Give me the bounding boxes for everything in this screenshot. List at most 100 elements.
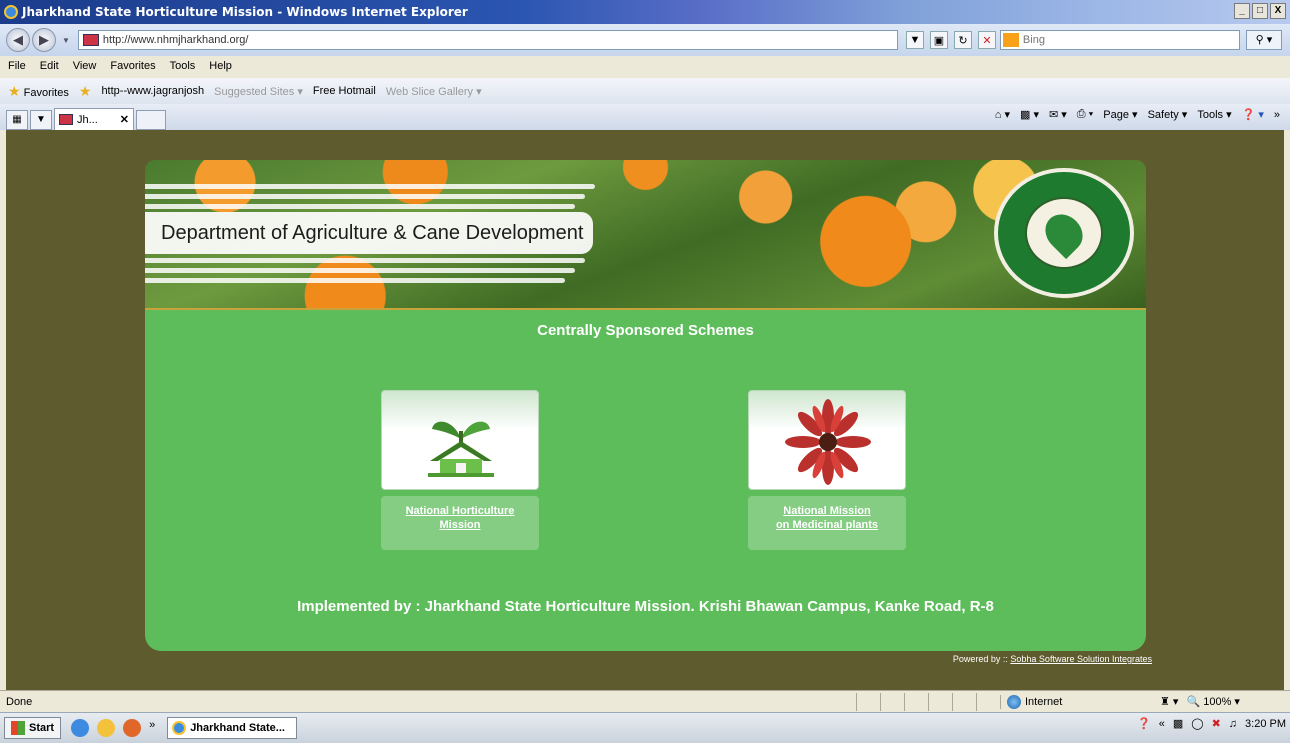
powered-by-link[interactable]: Sobha Software Solution Integrates xyxy=(1010,654,1152,664)
taskbar: Start » Jharkhand State... ❓ « ▩ ◯ ✖ ♫ 3… xyxy=(0,712,1290,743)
search-input[interactable] xyxy=(1022,34,1223,46)
schemes-heading: Centrally Sponsored Schemes xyxy=(537,322,754,339)
maximize-button[interactable]: □ xyxy=(1252,3,1268,19)
security-tray-icon[interactable]: ✖ xyxy=(1212,717,1221,730)
menu-file[interactable]: File xyxy=(8,60,26,72)
address-tools: ▼ ▣ ↻ ✕ xyxy=(905,31,996,49)
card-medicinal-plants[interactable]: National Mission on Medicinal plants xyxy=(748,390,906,550)
page-viewport: Department of Agriculture & Cane Develop… xyxy=(6,130,1284,690)
powered-by: Powered by :: Sobha Software Solution In… xyxy=(952,654,1152,664)
house-icon xyxy=(428,421,494,477)
menu-favorites[interactable]: Favorites xyxy=(110,60,155,72)
more-quicklaunch-icon[interactable]: » xyxy=(149,719,155,737)
back-button[interactable]: ◀ xyxy=(6,28,30,52)
tab-list-icon[interactable]: ▼ xyxy=(30,110,52,130)
ie-logo-icon xyxy=(4,5,18,19)
content-panel: Centrally Sponsored Schemes National Hor… xyxy=(145,308,1146,651)
card-image-box[interactable] xyxy=(381,390,539,490)
security-zone[interactable]: Internet xyxy=(1000,694,1150,709)
card-label-box: National Mission on Medicinal plants xyxy=(748,496,906,550)
tab-active[interactable]: Jh... ✕ xyxy=(54,108,134,130)
fav-link-web-slice-gallery[interactable]: Web Slice Gallery ▾ xyxy=(386,85,482,98)
card-label-box: National Horticulture Mission xyxy=(381,496,539,550)
protected-mode-icon[interactable]: ♜ ▾ xyxy=(1160,695,1178,708)
quick-tabs-icon[interactable]: ▦ xyxy=(6,110,28,130)
forward-button[interactable]: ▶ xyxy=(32,28,56,52)
compatibility-icon[interactable]: ▣ xyxy=(929,31,948,49)
taskbar-item-ie[interactable]: Jharkhand State... xyxy=(167,717,298,739)
page-menu[interactable]: Page ▾ xyxy=(1103,108,1137,121)
window-title: Jharkhand State Horticulture Mission - W… xyxy=(22,5,468,19)
favorites-button[interactable]: ★ Favorites xyxy=(8,83,69,100)
firefox-quicklaunch-icon[interactable] xyxy=(123,719,142,737)
fav-link-free-hotmail[interactable]: Free Hotmail xyxy=(313,85,376,97)
leaf-icon xyxy=(1037,206,1091,260)
title-bar: Jharkhand State Horticulture Mission - W… xyxy=(0,0,1290,24)
menu-bar: File Edit View Favorites Tools Help xyxy=(0,56,1290,76)
home-icon[interactable]: ⌂ ▾ xyxy=(995,108,1010,121)
windows-logo-icon xyxy=(11,721,25,735)
window-controls: _ □ X xyxy=(1234,3,1286,19)
department-label-box: Department of Agriculture & Cane Develop… xyxy=(145,212,593,254)
print-icon[interactable]: ⎙ ▾ xyxy=(1077,108,1093,121)
start-button[interactable]: Start xyxy=(4,717,62,739)
star-icon: ★ xyxy=(8,82,21,99)
flower-icon xyxy=(785,399,871,485)
tab-label: Jh... xyxy=(77,113,98,126)
tray-expand-icon[interactable]: « xyxy=(1159,718,1165,730)
refresh-icon[interactable]: ↻ xyxy=(953,31,972,49)
history-dropdown-icon[interactable]: ▼ xyxy=(62,36,70,45)
dropdown-icon[interactable]: ▼ xyxy=(905,31,924,49)
network-tray-icon[interactable]: ▩ xyxy=(1173,717,1183,730)
url-input[interactable] xyxy=(102,34,883,46)
feeds-icon[interactable]: ▩ ▾ xyxy=(1020,108,1039,121)
clock-quicklaunch-icon[interactable] xyxy=(97,719,116,737)
search-box[interactable] xyxy=(999,30,1240,50)
site-favicon-icon xyxy=(82,34,99,46)
bing-icon xyxy=(1002,33,1019,47)
fav-link-jagranjosh[interactable]: http--www.jagranjosh xyxy=(101,85,204,97)
status-bar: Done Internet ♜ ▾ 🔍 100% ▾ xyxy=(0,690,1290,712)
help-icon[interactable]: ❓ ▾ xyxy=(1242,108,1264,121)
clock-tray-icon[interactable]: ◯ xyxy=(1191,717,1203,730)
volume-tray-icon[interactable]: ♫ xyxy=(1229,718,1237,730)
new-tab-button[interactable] xyxy=(136,110,166,130)
menu-help[interactable]: Help xyxy=(209,60,232,72)
search-icon[interactable]: ⚲ ▾ xyxy=(1245,30,1282,50)
globe-icon xyxy=(1007,694,1021,709)
system-clock: 3:20 PM xyxy=(1245,717,1286,730)
address-bar: ◀ ▶ ▼ ▼ ▣ ↻ ✕ ⚲ ▾ xyxy=(0,24,1290,56)
menu-tools[interactable]: Tools xyxy=(170,60,196,72)
close-tab-icon[interactable]: ✕ xyxy=(120,113,129,126)
close-button[interactable]: X xyxy=(1270,3,1286,19)
department-title: Department of Agriculture & Cane Develop… xyxy=(161,221,584,244)
tools-menu[interactable]: Tools ▾ xyxy=(1197,108,1231,121)
nhm-seal-logo xyxy=(994,168,1134,298)
zoom-controls: ♜ ▾ 🔍 100% ▾ xyxy=(1160,695,1240,708)
link-national-horticulture-mission[interactable]: National Horticulture Mission xyxy=(381,504,539,532)
add-favorite-icon[interactable]: ★ xyxy=(79,83,92,100)
tab-favicon-icon xyxy=(59,114,73,125)
card-image-box[interactable] xyxy=(748,390,906,490)
more-icon[interactable]: » xyxy=(1274,109,1280,121)
stop-icon[interactable]: ✕ xyxy=(977,31,996,49)
link-national-mission-medicinal-plants[interactable]: National Mission on Medicinal plants xyxy=(748,504,906,532)
menu-view[interactable]: View xyxy=(73,60,97,72)
status-text: Done xyxy=(6,695,33,708)
implemented-by-text: Implemented by : Jharkhand State Horticu… xyxy=(297,598,994,615)
zoom-level[interactable]: 🔍 100% ▾ xyxy=(1186,695,1239,708)
help-tray-icon[interactable]: ❓ xyxy=(1137,717,1151,730)
mail-icon[interactable]: ✉ ▾ xyxy=(1049,108,1067,121)
quick-launch: » xyxy=(71,719,155,737)
system-tray: ❓ « ▩ ◯ ✖ ♫ 3:20 PM xyxy=(1137,717,1286,731)
url-box[interactable] xyxy=(77,30,898,50)
zone-label: Internet xyxy=(1025,695,1063,708)
ie-quicklaunch-icon[interactable] xyxy=(71,719,90,737)
menu-edit[interactable]: Edit xyxy=(40,60,59,72)
ie-taskbar-icon xyxy=(172,721,187,735)
safety-menu[interactable]: Safety ▾ xyxy=(1148,108,1188,121)
fav-link-suggested-sites[interactable]: Suggested Sites ▾ xyxy=(214,85,303,98)
header-banner: Department of Agriculture & Cane Develop… xyxy=(145,160,1146,308)
minimize-button[interactable]: _ xyxy=(1234,3,1250,19)
card-horticulture[interactable]: National Horticulture Mission xyxy=(381,390,539,550)
